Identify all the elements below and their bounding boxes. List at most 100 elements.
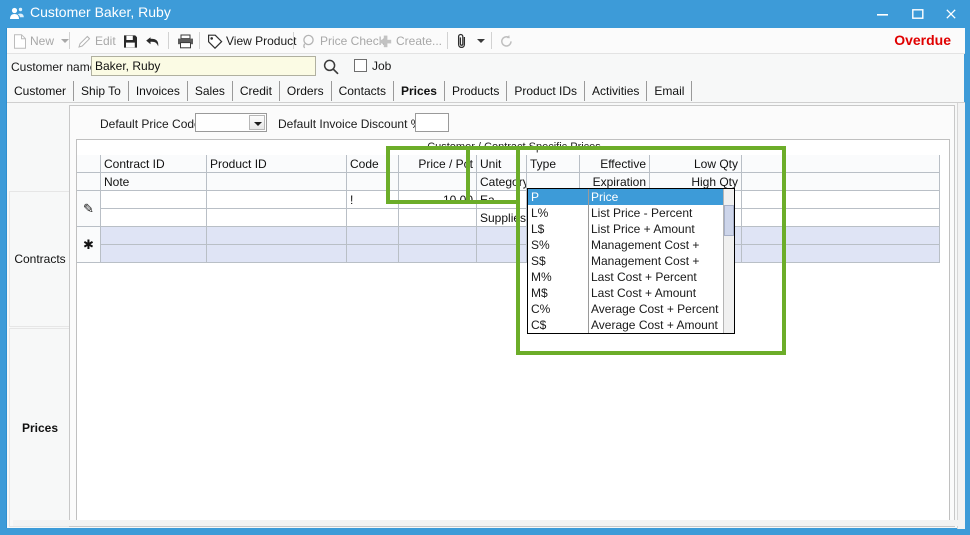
sidebar-item-prices[interactable]: Prices	[9, 328, 71, 527]
cell2-product_id[interactable]	[207, 209, 347, 227]
sidebar-item-contracts[interactable]: Contracts	[9, 191, 71, 327]
cell-contract_id[interactable]	[101, 227, 207, 245]
cell2-unit[interactable]: Supplies	[477, 209, 527, 227]
dropdown-option[interactable]: L% List Price - Percent	[528, 205, 734, 221]
cell2-code[interactable]	[347, 209, 399, 227]
tab-product-ids[interactable]: Product IDs	[507, 81, 586, 101]
cell-extra[interactable]	[742, 191, 940, 209]
pencil-icon	[78, 35, 91, 48]
tab-credit[interactable]: Credit	[233, 81, 280, 101]
cell2-code[interactable]	[347, 245, 399, 263]
create-button[interactable]: Create...	[378, 31, 442, 51]
grid-header-extra	[742, 155, 940, 173]
job-label: Job	[372, 59, 392, 73]
refresh-button[interactable]	[499, 31, 514, 51]
tab-contacts[interactable]: Contacts	[332, 81, 394, 101]
grid-subheader-contract_id: Note	[101, 173, 207, 191]
new-button[interactable]: New	[13, 31, 70, 51]
cell-price[interactable]: 10.00	[399, 191, 477, 209]
dropdown-option-code: C%	[531, 302, 551, 316]
cell2-extra[interactable]	[742, 245, 940, 263]
grid-subheader-product_id	[207, 173, 347, 191]
print-button[interactable]	[177, 31, 194, 51]
cell-unit[interactable]: Ea	[477, 191, 527, 209]
cell-product_id[interactable]	[207, 191, 347, 209]
tab-activities[interactable]: Activities	[585, 81, 648, 101]
undo-button[interactable]	[145, 31, 161, 51]
close-button[interactable]	[934, 0, 968, 28]
cell-extra[interactable]	[742, 227, 940, 245]
cell-contract_id[interactable]	[101, 191, 207, 209]
dropdown-option[interactable]: C$ Average Cost + Amount	[528, 317, 734, 333]
cell2-contract_id[interactable]	[101, 245, 207, 263]
tab-email[interactable]: Email	[647, 81, 693, 101]
dropdown-column-divider	[588, 205, 589, 221]
dropdown-option-code: M$	[531, 286, 548, 300]
dropdown-option[interactable]: S% Management Cost +	[528, 237, 734, 253]
customer-name-input[interactable]	[91, 56, 316, 76]
grid-header-contract_id: Contract ID	[101, 155, 207, 173]
grid-header-code: Code	[347, 155, 399, 173]
edit-button[interactable]: Edit	[77, 31, 116, 51]
dropdown-option-code: C$	[531, 318, 547, 332]
window-horizontal-scrollbar[interactable]	[13, 520, 965, 526]
row-marker[interactable]: ✱	[77, 227, 101, 263]
dropdown-option[interactable]: P Price	[528, 189, 734, 205]
cell2-product_id[interactable]	[207, 245, 347, 263]
dropdown-option-description: Average Cost + Percent	[591, 302, 719, 316]
dropdown-option[interactable]: S$ Management Cost +	[528, 253, 734, 269]
dropdown-column-divider	[588, 237, 589, 253]
type-dropdown-popup[interactable]: P Price L% List Price - Percent L$ List Price…	[527, 188, 735, 334]
attachment-button[interactable]	[456, 31, 485, 51]
paperclip-icon	[457, 33, 466, 49]
grid-header-low_qty: Low Qty	[650, 155, 742, 173]
cell2-unit[interactable]	[477, 245, 527, 263]
cell-code[interactable]	[347, 227, 399, 245]
default-price-code-select[interactable]	[195, 113, 267, 132]
cell2-contract_id[interactable]	[101, 209, 207, 227]
dropdown-option-code: L$	[531, 222, 545, 236]
price-check-button[interactable]: Price Check	[301, 31, 385, 51]
search-icon[interactable]	[322, 58, 340, 76]
save-button[interactable]	[123, 31, 138, 51]
cell-price[interactable]	[399, 227, 477, 245]
cell-product_id[interactable]	[207, 227, 347, 245]
dropdown-option[interactable]: M% Last Cost + Percent	[528, 269, 734, 285]
tab-ship-to[interactable]: Ship To	[74, 81, 129, 101]
default-invoice-discount-input[interactable]	[415, 113, 449, 132]
grid-caption: Customer / Contract Specific Prices	[427, 141, 601, 153]
tab-invoices[interactable]: Invoices	[129, 81, 188, 101]
toolbar-separator	[491, 32, 492, 49]
dropdown-option[interactable]: C% Average Cost + Percent	[528, 301, 734, 317]
toolbar-separator	[168, 32, 169, 49]
pane-vertical-scrollbar[interactable]	[957, 103, 965, 529]
cell2-price[interactable]	[399, 209, 477, 227]
tab-sales[interactable]: Sales	[188, 81, 233, 101]
tab-products[interactable]: Products	[445, 81, 508, 101]
view-product-button[interactable]: View Product	[207, 31, 296, 51]
maximize-button[interactable]	[901, 0, 935, 28]
cell-code[interactable]: !	[347, 191, 399, 209]
minimize-button[interactable]	[866, 0, 900, 28]
default-price-code-label: Default Price Code	[100, 117, 201, 131]
dropdown-option-description: List Price + Amount	[591, 222, 695, 236]
grid-header-price: Price / Pct	[399, 155, 477, 173]
chevron-down-icon[interactable]	[477, 39, 485, 43]
dropdown-option[interactable]: L$ List Price + Amount	[528, 221, 734, 237]
tab-prices[interactable]: Prices	[394, 81, 445, 101]
job-checkbox[interactable]	[354, 59, 367, 72]
chevron-down-icon[interactable]	[61, 39, 70, 43]
window-title: Customer Baker, Ruby	[30, 4, 171, 20]
cell-unit[interactable]	[477, 227, 527, 245]
dropdown-option-description: Last Cost + Percent	[591, 270, 697, 284]
dropdown-scroll-thumb[interactable]	[724, 205, 734, 236]
row-marker[interactable]: ✎	[77, 191, 101, 227]
tab-orders[interactable]: Orders	[280, 81, 332, 101]
cell2-price[interactable]	[399, 245, 477, 263]
chevron-down-icon[interactable]	[249, 115, 265, 130]
dropdown-option[interactable]: M$ Last Cost + Amount	[528, 285, 734, 301]
tab-customer[interactable]: Customer	[7, 81, 75, 101]
dropdown-scrollbar[interactable]	[723, 189, 734, 333]
grid-header-type: Type	[527, 155, 580, 173]
cell2-extra[interactable]	[742, 209, 940, 227]
